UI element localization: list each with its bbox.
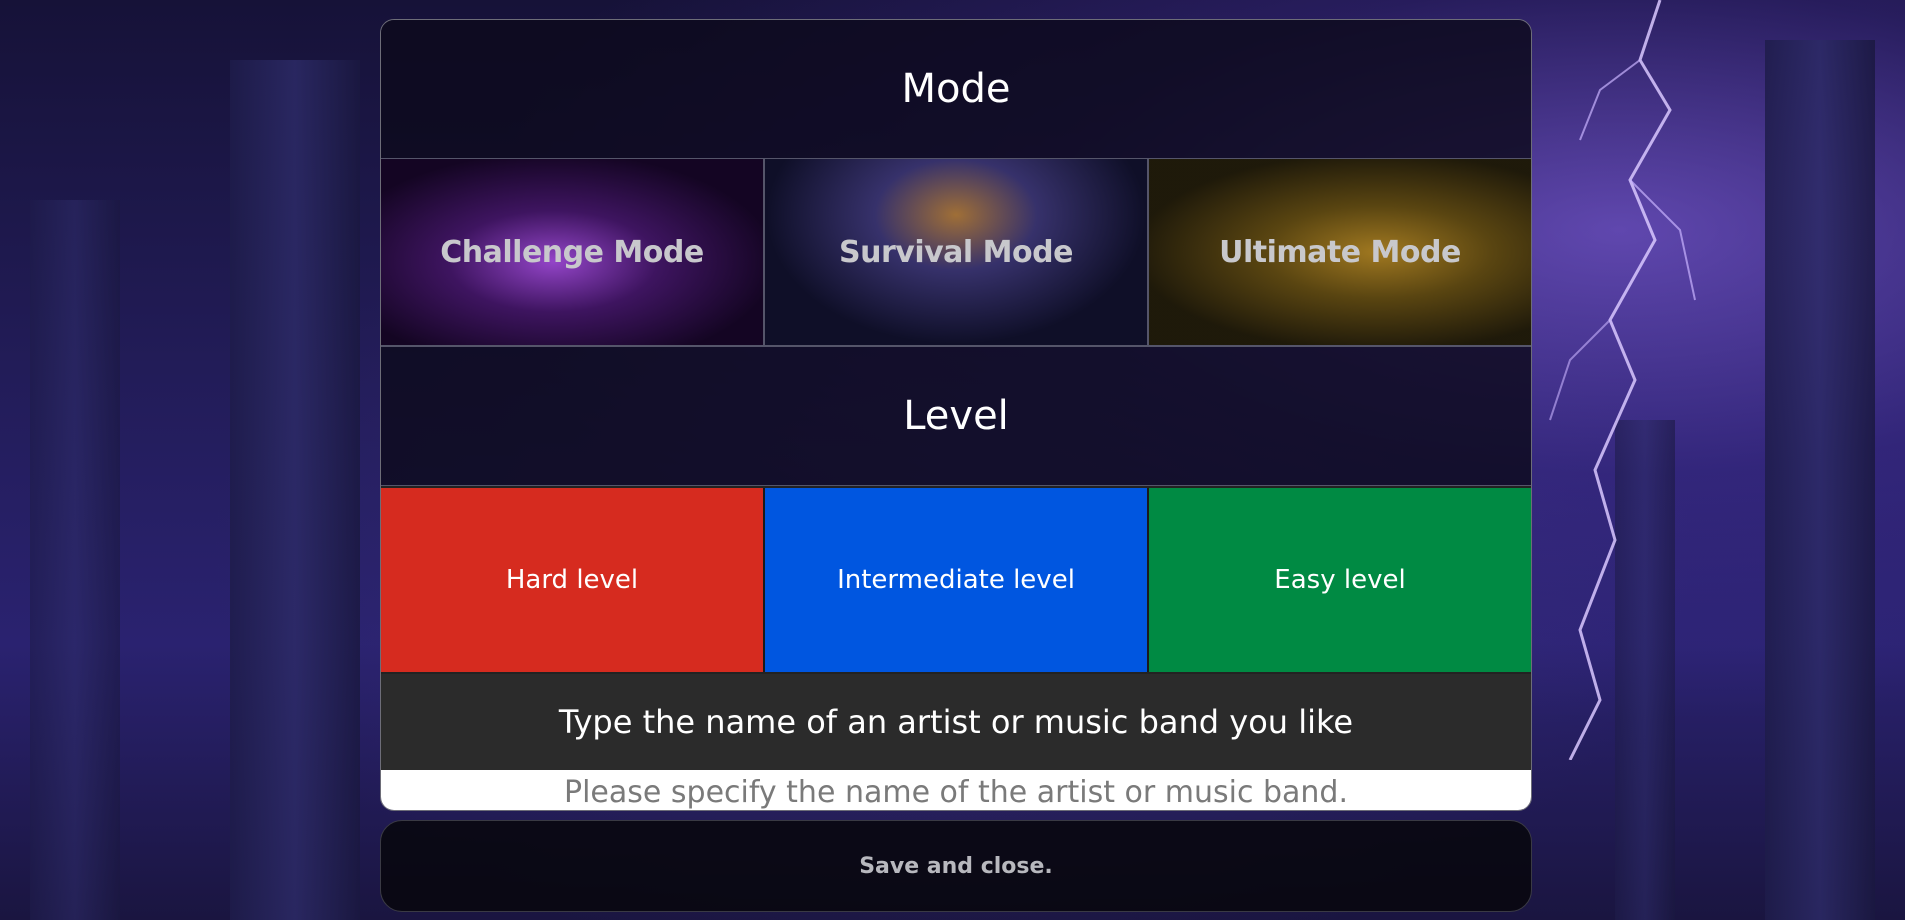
artist-input[interactable] <box>381 770 1531 810</box>
hard-level-button[interactable]: Hard level <box>381 488 765 672</box>
background-tower <box>30 200 120 920</box>
level-options: Hard level Intermediate level Easy level <box>381 486 1531 674</box>
ultimate-mode-label: Ultimate Mode <box>1219 234 1461 270</box>
artist-prompt: Type the name of an artist or music band… <box>381 674 1531 770</box>
challenge-mode-button[interactable]: Challenge Mode <box>381 159 765 345</box>
background-tower <box>230 60 360 920</box>
intermediate-level-label: Intermediate level <box>837 565 1075 595</box>
easy-level-button[interactable]: Easy level <box>1149 488 1531 672</box>
mode-options: Challenge Mode Survival Mode Ultimate Mo… <box>381 159 1531 347</box>
settings-panel: Mode Challenge Mode Survival Mode Ultima… <box>380 19 1532 811</box>
save-and-close-label: Save and close. <box>859 853 1053 879</box>
survival-mode-button[interactable]: Survival Mode <box>765 159 1149 345</box>
lightning-decoration <box>1549 0 1696 760</box>
intermediate-level-button[interactable]: Intermediate level <box>765 488 1149 672</box>
easy-level-label: Easy level <box>1274 565 1406 595</box>
survival-mode-label: Survival Mode <box>839 234 1073 270</box>
background-tower <box>1765 40 1875 920</box>
ultimate-mode-button[interactable]: Ultimate Mode <box>1149 159 1531 345</box>
challenge-mode-label: Challenge Mode <box>440 234 704 270</box>
save-and-close-button[interactable]: Save and close. <box>380 820 1532 912</box>
mode-heading: Mode <box>381 20 1531 159</box>
hard-level-label: Hard level <box>505 565 639 595</box>
level-heading: Level <box>381 347 1531 486</box>
